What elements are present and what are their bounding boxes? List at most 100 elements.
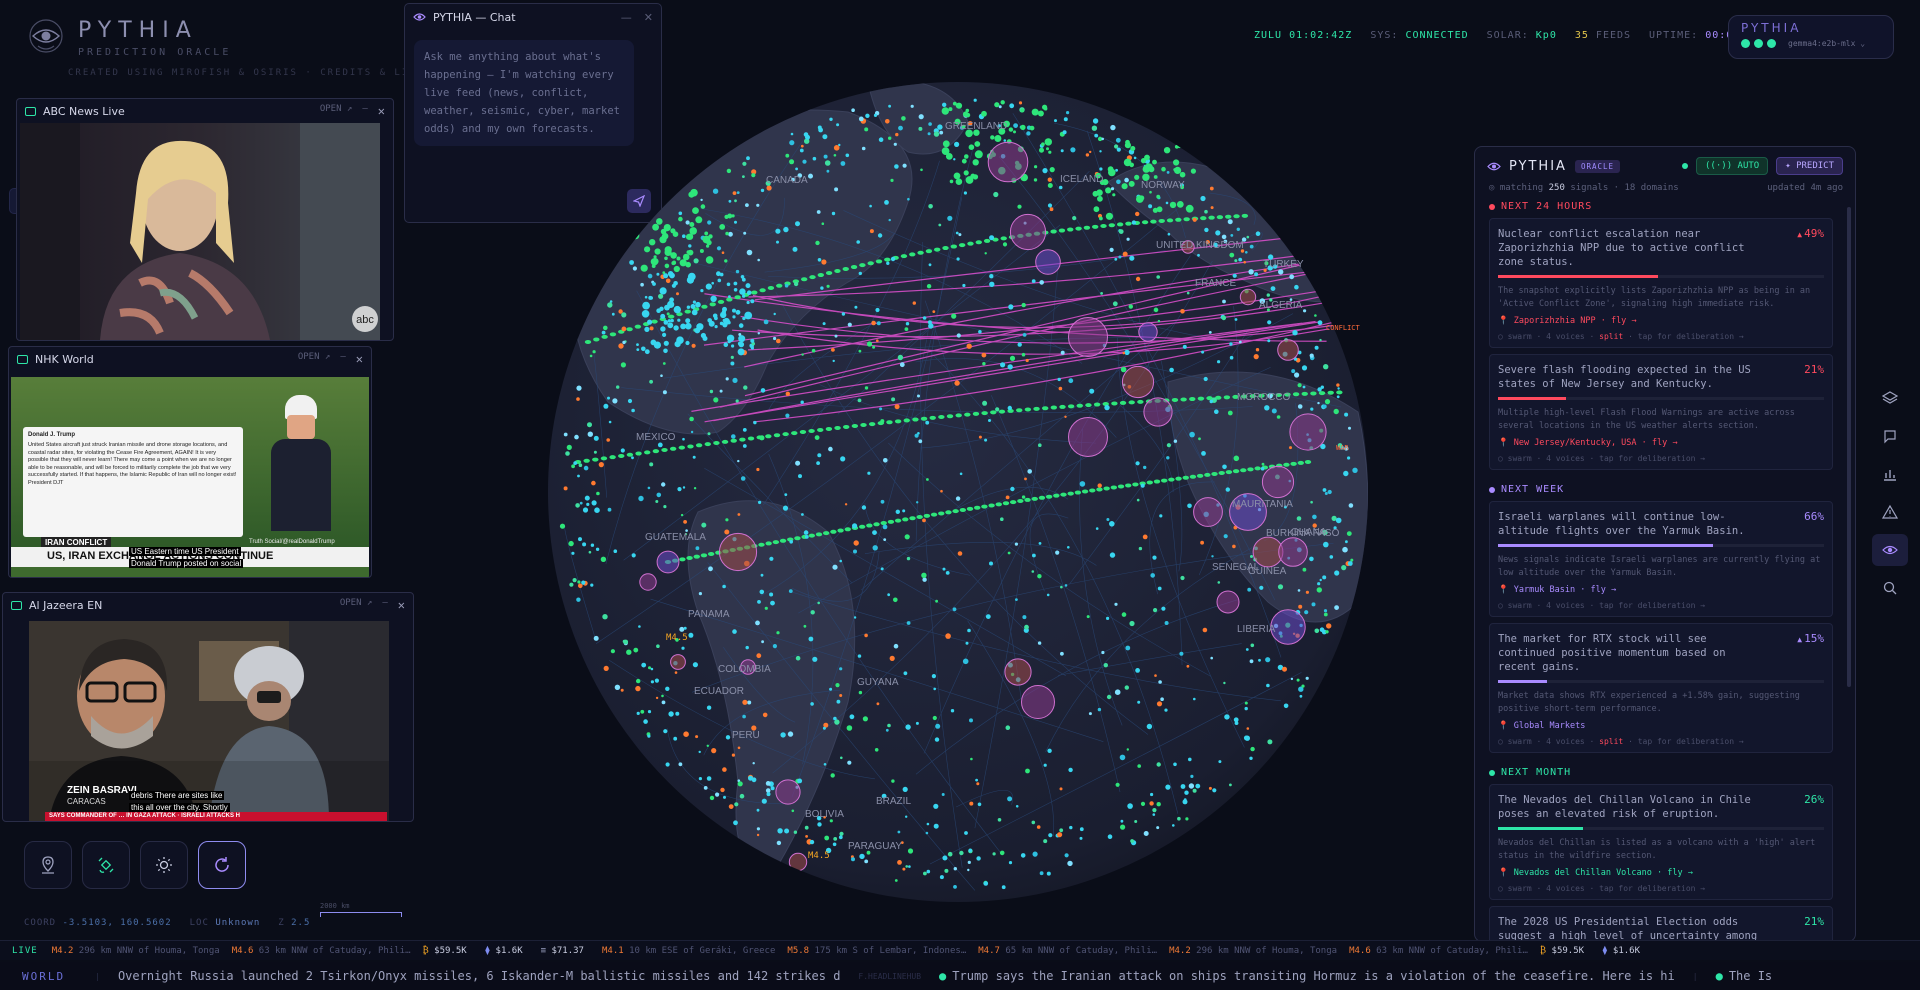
chat-button[interactable] [1872, 420, 1908, 452]
quake-item[interactable]: M4.2 296 km NNW of Houma, Tonga [52, 946, 220, 956]
event-marker[interactable] [1278, 537, 1308, 567]
layers-button[interactable] [1872, 382, 1908, 414]
signal-dot [654, 190, 658, 195]
satellite-track-dot [651, 319, 658, 324]
deliberation-link[interactable]: ○ swarm · 4 voices · split · tap for del… [1498, 332, 1824, 341]
signal-dot [1088, 712, 1092, 716]
credits-link[interactable]: CREATED USING MIROFISH & OSIRIS · CREDIT… [68, 68, 446, 78]
satellite-track-dot [1247, 467, 1254, 472]
event-marker[interactable] [1143, 397, 1173, 427]
video-frame[interactable]: ZEIN BASRAVI CARACAS debris There are si… [29, 621, 389, 821]
signal-dot [773, 336, 777, 341]
oracle-scrollbar[interactable] [1847, 207, 1851, 687]
locate-button[interactable] [24, 841, 72, 889]
location-link[interactable]: 📍 Yarmuk Basin · fly → [1498, 585, 1824, 595]
video-frame[interactable]: Donald J. Trump United States aircraft j… [11, 377, 369, 577]
auto-button[interactable]: ((·)) AUTO [1696, 157, 1769, 175]
headline[interactable]: The Is [1729, 969, 1772, 983]
prediction-card[interactable]: The market for RTX stock will see contin… [1489, 623, 1833, 753]
alert-button[interactable] [1872, 496, 1908, 528]
signal-dot [737, 348, 745, 356]
event-marker[interactable] [656, 550, 680, 574]
satellite-track-dot [909, 516, 916, 521]
market-item[interactable]: ₿ $59.5K [1540, 946, 1584, 956]
quake-item[interactable]: M4.6 63 km NNW of Catuday, Phili… [232, 946, 411, 956]
headline[interactable]: Overnight Russia launched 2 Tsirkon/Onyx… [118, 969, 840, 983]
deliberation-link[interactable]: ○ swarm · 4 voices · tap for deliberatio… [1498, 454, 1824, 463]
oracle-toggle-button[interactable] [1872, 534, 1908, 566]
event-marker[interactable] [1239, 288, 1257, 306]
daylight-button[interactable] [140, 841, 188, 889]
close-icon[interactable]: ✕ [398, 598, 405, 612]
deliberation-link[interactable]: ○ swarm · 4 voices · split · tap for del… [1498, 737, 1824, 746]
event-marker[interactable] [1261, 465, 1295, 499]
event-marker[interactable] [1289, 413, 1327, 451]
signal-dot [772, 644, 777, 649]
event-marker[interactable] [1277, 339, 1299, 361]
headline[interactable]: Trump says the Iranian attack on ships t… [952, 969, 1674, 983]
open-link[interactable]: OPEN ↗ [320, 104, 353, 118]
globe-svg[interactable]: GREENLANDICELANDCANADA NORWAYUNITED KINGD… [548, 82, 1368, 902]
close-icon[interactable]: ✕ [378, 104, 385, 118]
search-button[interactable] [1872, 572, 1908, 604]
open-link[interactable]: OPEN ↗ [340, 598, 373, 612]
event-marker[interactable] [1270, 609, 1306, 645]
signal-dot [939, 130, 944, 135]
deliberation-link[interactable]: ○ swarm · 4 voices · tap for deliberatio… [1498, 884, 1824, 893]
event-marker[interactable] [1068, 417, 1108, 457]
signal-dot [613, 549, 618, 553]
event-marker[interactable] [1009, 213, 1047, 251]
event-marker[interactable] [788, 852, 808, 872]
event-marker[interactable] [670, 654, 686, 670]
prediction-card[interactable]: Nuclear conflict escalation near Zaporiz… [1489, 218, 1833, 348]
minimize-icon[interactable]: — [621, 11, 632, 24]
globe-map[interactable]: GREENLAND ICELAND CANADA NORWAY UNITED KINGD… [548, 82, 1368, 902]
event-marker[interactable] [1021, 685, 1055, 719]
location-link[interactable]: 📍 Zaporizhzhia NPP · fly → [1498, 316, 1824, 326]
market-item[interactable]: ⧫ $1.6K [485, 946, 523, 956]
model-selector[interactable]: PYTHIA gemma4:e2b-mlx ⌄ [1728, 15, 1894, 59]
event-marker[interactable] [1216, 590, 1240, 614]
chart-button[interactable] [1872, 458, 1908, 490]
event-marker[interactable] [987, 141, 1029, 183]
prediction-card[interactable]: The Nevados del Chillan Volcano in Chile… [1489, 784, 1833, 900]
event-marker[interactable] [775, 779, 801, 805]
event-marker[interactable] [671, 815, 705, 849]
location-link[interactable]: 📍 Global Markets [1498, 721, 1824, 731]
prediction-card[interactable]: The 2028 US Presidential Election odds s… [1489, 906, 1833, 941]
minimize-icon[interactable]: — [362, 104, 367, 118]
quake-item[interactable]: M4.1 10 km ESE of Geráki, Greece [602, 946, 775, 956]
market-item[interactable]: ₿ $59.5K [423, 946, 467, 956]
market-item[interactable]: ≡ $71.37 [541, 946, 584, 956]
event-marker[interactable] [1035, 249, 1061, 275]
close-icon[interactable]: ✕ [356, 352, 363, 366]
open-link[interactable]: OPEN ↗ [298, 352, 331, 366]
video-frame[interactable]: abc [20, 123, 380, 340]
predict-button[interactable]: ✦ PREDICT [1776, 157, 1843, 175]
event-marker[interactable] [1138, 322, 1158, 342]
deliberation-link[interactable]: ○ swarm · 4 voices · tap for deliberatio… [1498, 601, 1824, 610]
quake-item[interactable]: M4.6 63 km NNW of Catuday, Phili… [1349, 946, 1528, 956]
event-marker[interactable] [718, 532, 758, 572]
event-marker[interactable] [1121, 365, 1155, 399]
event-marker[interactable] [1068, 317, 1108, 357]
quake-item[interactable]: M4.7 65 km NNW of Catuday, Phili… [978, 946, 1157, 956]
event-marker[interactable] [639, 573, 657, 591]
event-marker[interactable] [1193, 497, 1223, 527]
satellite-button[interactable] [82, 841, 130, 889]
quake-item[interactable]: M4.2 296 km NNW of Houma, Tonga [1169, 946, 1337, 956]
prediction-card[interactable]: Severe flash flooding expected in the US… [1489, 354, 1833, 470]
location-link[interactable]: 📍 Nevados del Chillan Volcano · fly → [1498, 868, 1824, 878]
minimize-icon[interactable]: — [382, 598, 387, 612]
close-icon[interactable]: ✕ [644, 11, 653, 24]
prediction-card[interactable]: Israeli warplanes will continue low-alti… [1489, 501, 1833, 617]
minimize-icon[interactable]: — [340, 352, 345, 366]
location-link[interactable]: 📍 New Jersey/Kentucky, USA · fly → [1498, 438, 1824, 448]
market-item[interactable]: ⧫ $1.6K [1602, 946, 1640, 956]
quake-item[interactable]: M5.8 175 km S of Lembar, Indones… [787, 946, 966, 956]
event-marker[interactable] [1004, 658, 1032, 686]
rotate-button[interactable] [198, 841, 246, 889]
signal-dot [692, 207, 699, 214]
model-name[interactable]: gemma4:e2b-mlx ⌄ [1788, 39, 1865, 48]
signal-dot [1248, 269, 1254, 275]
